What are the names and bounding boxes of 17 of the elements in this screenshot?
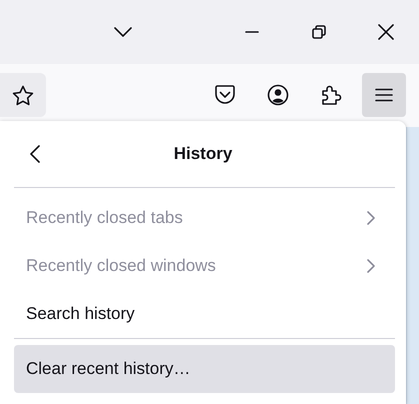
star-icon	[12, 84, 34, 106]
close-icon	[378, 24, 394, 40]
panel-title: History	[174, 144, 232, 164]
menu-item[interactable]: Clear recent history…	[14, 345, 395, 393]
menu-icon	[375, 88, 393, 102]
back-icon	[30, 145, 40, 163]
bookmark-button[interactable]	[0, 73, 46, 117]
minimize-icon	[244, 31, 258, 33]
puzzle-piece-icon	[320, 84, 342, 106]
pocket-icon	[214, 85, 236, 105]
account-icon	[267, 84, 289, 106]
menu-button[interactable]	[362, 73, 406, 117]
menu-item[interactable]: Search history	[14, 290, 395, 338]
restore-icon	[312, 25, 326, 39]
chevron-right-icon	[367, 211, 375, 225]
dropdown-icon	[114, 27, 132, 37]
chevron-right-icon	[367, 259, 375, 273]
